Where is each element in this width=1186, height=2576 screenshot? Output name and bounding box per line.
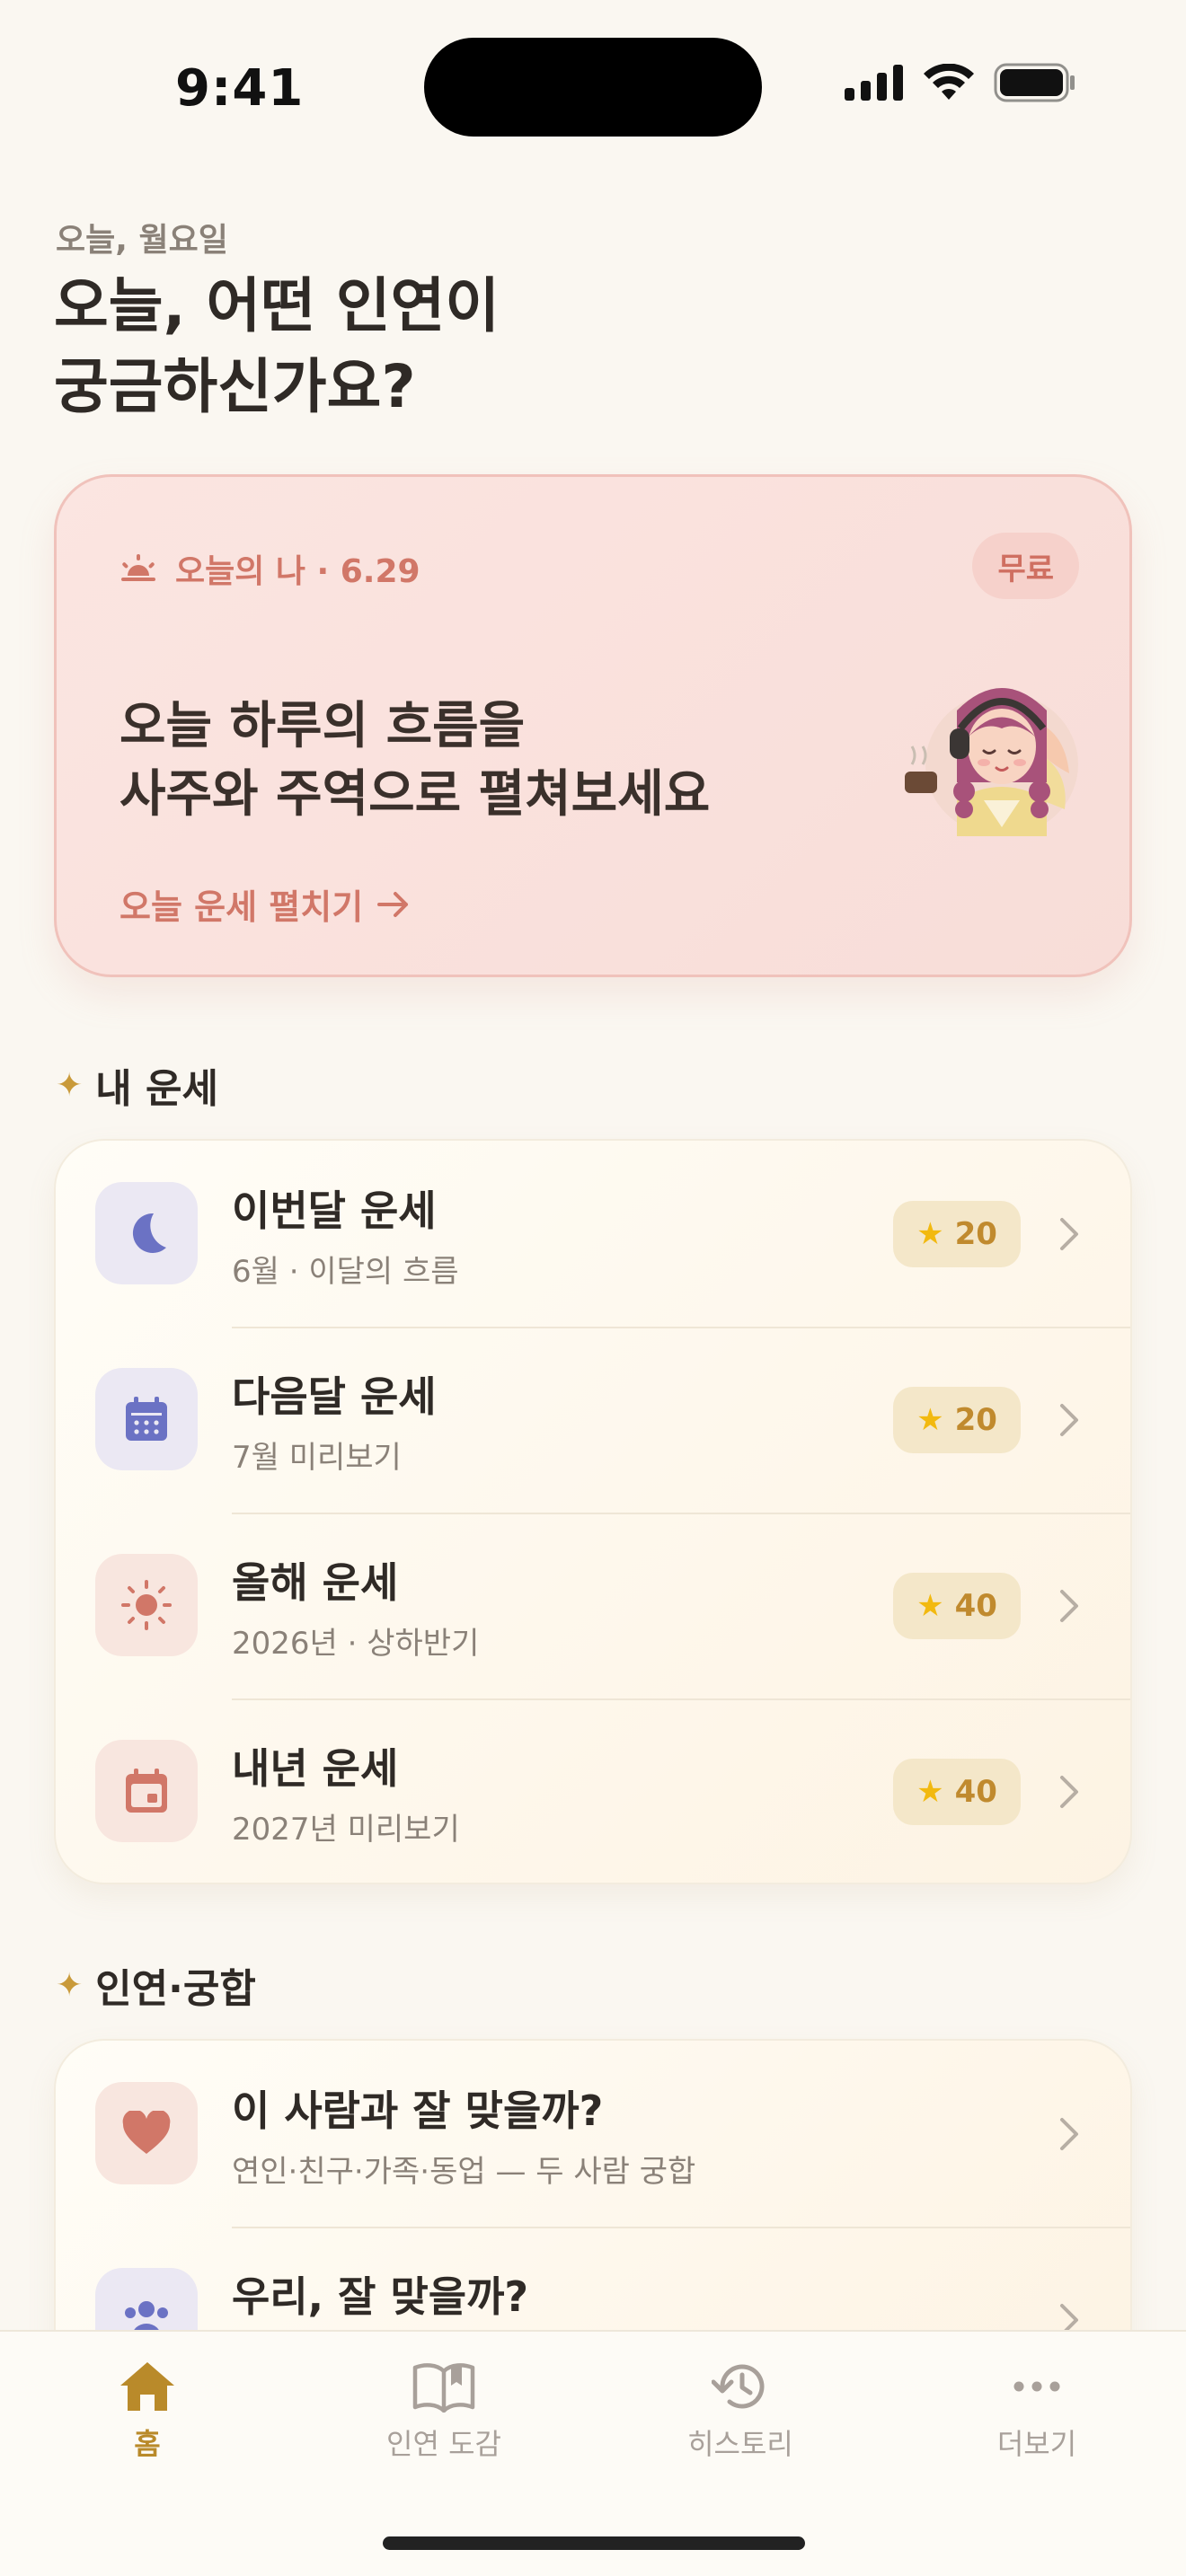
character-illustration <box>905 688 1078 836</box>
tab-history[interactable]: 히스토리 <box>651 2360 830 2463</box>
my-fortune-list: 이번달 운세 6월 · 이달의 흐름 ★ 20 다음달 운세 7월 미리보기 ★… <box>54 1139 1132 1884</box>
star-icon: ★ <box>916 1216 944 1252</box>
row-title: 우리, 잘 맞을까? <box>232 2272 529 2321</box>
row-icon-box <box>95 1368 198 1470</box>
more-icon <box>1013 2381 1060 2392</box>
dynamic-island <box>424 38 762 137</box>
section-header-compatibility: ✦ 인연·궁합 <box>56 1956 256 2014</box>
list-item-this-month[interactable]: 이번달 운세 6월 · 이달의 흐름 ★ 20 <box>56 1141 1130 1327</box>
star-icon: ★ <box>916 1588 944 1624</box>
today-card-title: 오늘 하루의 흐름을 사주와 주역으로 펼쳐보세요 <box>119 697 711 824</box>
row-title: 다음달 운세 <box>232 1372 437 1421</box>
star-icon: ★ <box>916 1774 944 1810</box>
heart-icon <box>122 2111 171 2154</box>
status-icons <box>845 63 1076 102</box>
row-icon-box <box>95 1554 198 1656</box>
row-icon-box <box>95 1740 198 1842</box>
today-tag: 오늘의 나 · 6.29 <box>119 545 420 592</box>
status-bar: 9:41 <box>0 0 1186 144</box>
cost-value: 40 <box>954 1774 997 1810</box>
sparkle-icon: ✦ <box>56 1966 84 2004</box>
arrow-right-icon <box>377 891 409 917</box>
list-item-next-year[interactable]: 내년 운세 2027년 미리보기 ★ 40 <box>56 1698 1130 1883</box>
row-icon-box <box>95 1182 198 1284</box>
tab-encyclopedia[interactable]: 인연 도감 <box>354 2360 534 2463</box>
row-title: 내년 운세 <box>232 1744 399 1793</box>
sun-icon <box>121 1580 172 1630</box>
free-badge: 무료 <box>972 533 1079 599</box>
list-item-pair-compat[interactable]: 이 사람과 잘 맞을까? 연인·친구·가족·동업 — 두 사람 궁합 <box>56 2041 1130 2227</box>
row-icon-box <box>95 2082 198 2184</box>
cost-value: 20 <box>954 1402 997 1438</box>
row-subtitle: 연인·친구·가족·동업 — 두 사람 궁합 <box>232 2154 696 2190</box>
star-icon: ★ <box>916 1402 944 1438</box>
tab-label: 히스토리 <box>687 2427 793 2461</box>
book-icon <box>412 2363 475 2413</box>
cost-badge: ★ 40 <box>893 1573 1021 1639</box>
row-subtitle: 7월 미리보기 <box>232 1440 402 1476</box>
date-label: 오늘, 월요일 <box>56 222 228 259</box>
sparkle-icon: ✦ <box>56 1066 84 1104</box>
chevron-right-icon <box>1060 2118 1078 2150</box>
cost-badge: ★ 40 <box>893 1759 1021 1825</box>
battery-icon <box>994 63 1075 102</box>
moon-icon <box>132 1213 166 1253</box>
chevron-right-icon <box>1060 1404 1078 1436</box>
row-subtitle: 2027년 미리보기 <box>232 1812 460 1848</box>
list-item-this-year[interactable]: 올해 운세 2026년 · 상하반기 ★ 40 <box>56 1513 1130 1698</box>
chevron-right-icon <box>1060 1776 1078 1808</box>
today-cta-label: 오늘 운세 펼치기 <box>119 887 364 927</box>
cellular-signal-icon <box>845 65 903 101</box>
section-title: 인연·궁합 <box>95 1966 256 2012</box>
section-title: 내 운세 <box>95 1066 218 1112</box>
home-icon <box>120 2362 174 2411</box>
tab-label: 더보기 <box>996 2427 1077 2461</box>
tab-label: 인연 도감 <box>386 2427 501 2461</box>
row-title: 이 사람과 잘 맞을까? <box>232 2086 604 2135</box>
status-time: 9:41 <box>175 59 305 118</box>
row-title: 이번달 운세 <box>232 1187 437 1235</box>
today-tag-label: 오늘의 나 · 6.29 <box>175 553 420 590</box>
row-title: 올해 운세 <box>232 1558 399 1607</box>
section-header-my-fortune: ✦ 내 운세 <box>56 1056 218 1114</box>
tab-label: 홈 <box>134 2427 161 2461</box>
cost-value: 40 <box>954 1588 997 1624</box>
row-subtitle: 6월 · 이달의 흐름 <box>232 1254 459 1290</box>
chevron-right-icon <box>1060 1590 1078 1622</box>
row-subtitle: 2026년 · 상하반기 <box>232 1626 480 1662</box>
cost-value: 20 <box>954 1216 997 1252</box>
tab-home[interactable]: 홈 <box>58 2360 237 2463</box>
history-icon <box>712 2364 765 2409</box>
tab-more[interactable]: 더보기 <box>947 2360 1127 2463</box>
calendar-icon <box>126 1397 167 1441</box>
page-title: 오늘, 어떤 인연이 궁금하신가요? <box>54 271 500 421</box>
cost-badge: ★ 20 <box>893 1387 1021 1453</box>
wifi-icon <box>924 64 974 100</box>
today-cta-link[interactable]: 오늘 운세 펼치기 <box>119 879 410 929</box>
list-item-next-month[interactable]: 다음달 운세 7월 미리보기 ★ 20 <box>56 1327 1130 1513</box>
calendar-date-icon <box>126 1769 167 1813</box>
today-fortune-card[interactable]: 오늘의 나 · 6.29 무료 오늘 하루의 흐름을 사주와 주역으로 펼쳐보세… <box>54 474 1132 977</box>
cost-badge: ★ 20 <box>893 1201 1021 1267</box>
chevron-right-icon <box>1060 1218 1078 1250</box>
sunrise-icon <box>121 554 155 581</box>
home-indicator <box>383 2536 805 2550</box>
